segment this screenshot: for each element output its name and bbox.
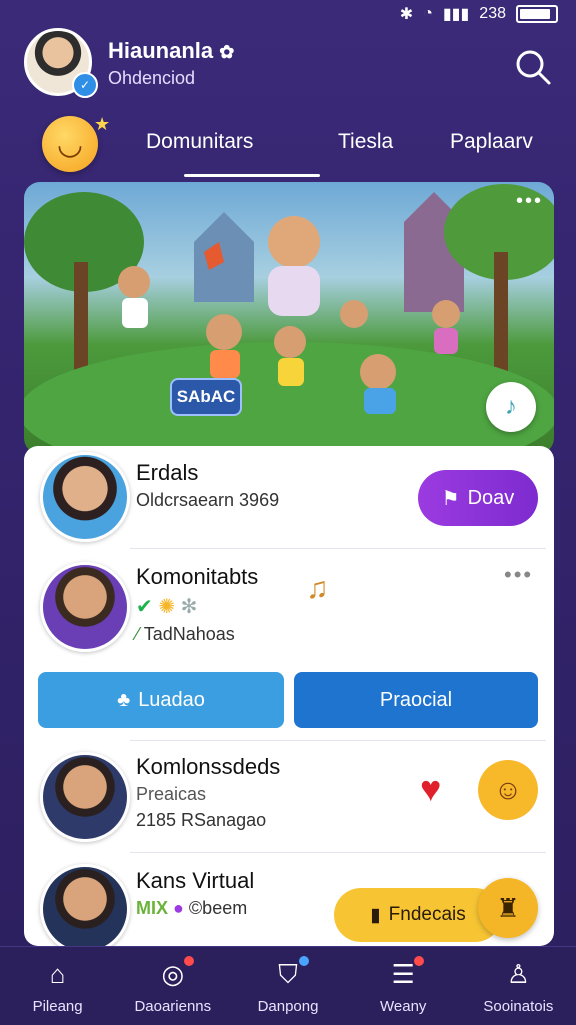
star-icon: ★ (94, 114, 111, 134)
smiley-emoji-icon[interactable]: ◡ (42, 116, 98, 172)
tab-tiesla[interactable]: Tiesla (338, 130, 393, 154)
follow-button[interactable]: ⚑ Doav (418, 470, 538, 526)
row-line1: Preaicas (136, 784, 207, 804)
check-icon: ✔ (136, 596, 153, 618)
row-title: Erdals (136, 460, 199, 485)
sun-icon: ✺ (158, 596, 176, 618)
nav-item-home[interactable]: ⌂ Pileang (0, 947, 115, 1025)
profile-icon: ♙ (506, 959, 531, 989)
document-icon: ▮ (370, 904, 381, 926)
row-title: Kans Virtual (136, 868, 255, 893)
nav-item-profile[interactable]: ♙ Sooinatois (461, 947, 576, 1025)
tab-domunitars[interactable]: Domunitars (146, 130, 253, 154)
nav-item-discover[interactable]: ◎ Daoarienns (115, 947, 230, 1025)
row-meta: ⁄ TadNahoas (136, 624, 235, 645)
dot-icon: ● (173, 898, 184, 918)
right-action-button[interactable]: Praocial (294, 672, 538, 728)
avatar[interactable] (40, 864, 130, 954)
banner-more-icon[interactable]: ••• (516, 190, 543, 213)
follow-button-label: Doav (467, 486, 515, 509)
user-name-text: Hiaunanla (108, 38, 214, 63)
divider (130, 852, 546, 853)
wifi-icon: ◔ (423, 5, 433, 22)
nav-label: Pileang (32, 997, 83, 1015)
left-action-label: Luadao (138, 688, 205, 711)
bell-icon[interactable]: ♜ (478, 878, 538, 938)
gear-icon: ✿ (219, 42, 235, 62)
heart-icon[interactable]: ♥ (420, 768, 441, 810)
sparkle-icon: ✻ (180, 596, 198, 618)
pencil-icon: ⁄ (136, 624, 140, 644)
search-chat-icon: ◎ (156, 955, 194, 992)
divider (130, 548, 546, 549)
nav-item-list[interactable]: ☰ Weany (346, 947, 461, 1025)
user-name: Hiaunanla ✿ (108, 38, 234, 64)
home-icon: ⌂ (49, 959, 66, 989)
status-time: 238 (479, 5, 506, 22)
nav-label: Weany (380, 997, 427, 1015)
status-bar: ✱ ◔ ▮▮▮ 238 (400, 4, 558, 24)
row-meta-text: TadNahoas (143, 624, 235, 644)
user-subtitle: Ohdenciod (108, 68, 196, 88)
mini-avatar-bubble[interactable]: ☺ (478, 760, 538, 820)
nav-label: Sooinatois (483, 997, 554, 1015)
signal-icon: ▮▮▮ (442, 6, 470, 23)
row-tag: MIX (136, 898, 169, 918)
featured-banner-image[interactable] (24, 182, 554, 454)
row-meta-text: ©beem (188, 898, 248, 918)
nav-label: Danpong (257, 997, 319, 1015)
search-icon[interactable] (514, 48, 552, 86)
music-note-icon[interactable]: ♪ (486, 382, 536, 432)
left-action-button[interactable]: ♣ Luadao (38, 672, 284, 728)
tab-paplaarv[interactable]: Paplaarv (450, 130, 533, 154)
row-subtitle: Oldcrsaearn 3969 (136, 490, 280, 510)
more-options-icon[interactable]: ••• (504, 562, 533, 588)
nav-item-shield[interactable]: ⛉ Danpong (230, 947, 345, 1025)
divider (130, 740, 546, 741)
bottom-nav: ⌂ Pileang ◎ Daoarienns ⛉ Danpong ☰ Weany… (0, 946, 576, 1025)
banner-illustration (24, 184, 554, 454)
status-icons: ✔ ✺ ✻ (136, 594, 197, 619)
row-title: Komlonssdeds (136, 754, 281, 779)
list-icon: ☰ (386, 955, 425, 992)
bluetooth-icon: ✱ (399, 6, 414, 23)
nav-label: Daoarienns (134, 997, 212, 1015)
flag-icon: ⚑ (441, 487, 460, 510)
verified-badge-icon: ✓ (72, 72, 98, 98)
shield-icon: ⛉ (271, 955, 309, 992)
avatar[interactable] (40, 752, 130, 842)
row-meta: MIX ● ©beem (136, 898, 247, 919)
trumpet-icon: ♫ (306, 572, 329, 605)
avatar[interactable] (40, 562, 130, 652)
banner-badge: SAbAC (170, 378, 242, 416)
row-title: Komonitabts (136, 564, 259, 589)
avatar[interactable] (40, 452, 130, 542)
active-tab-indicator (184, 174, 320, 177)
pin-icon: ♣ (117, 688, 131, 711)
cta-label: Fndecais (388, 904, 466, 925)
cta-button[interactable]: ▮ Fndecais (334, 888, 502, 942)
row-line2: 2185 RSanagao (136, 810, 267, 830)
battery-icon (516, 5, 558, 23)
